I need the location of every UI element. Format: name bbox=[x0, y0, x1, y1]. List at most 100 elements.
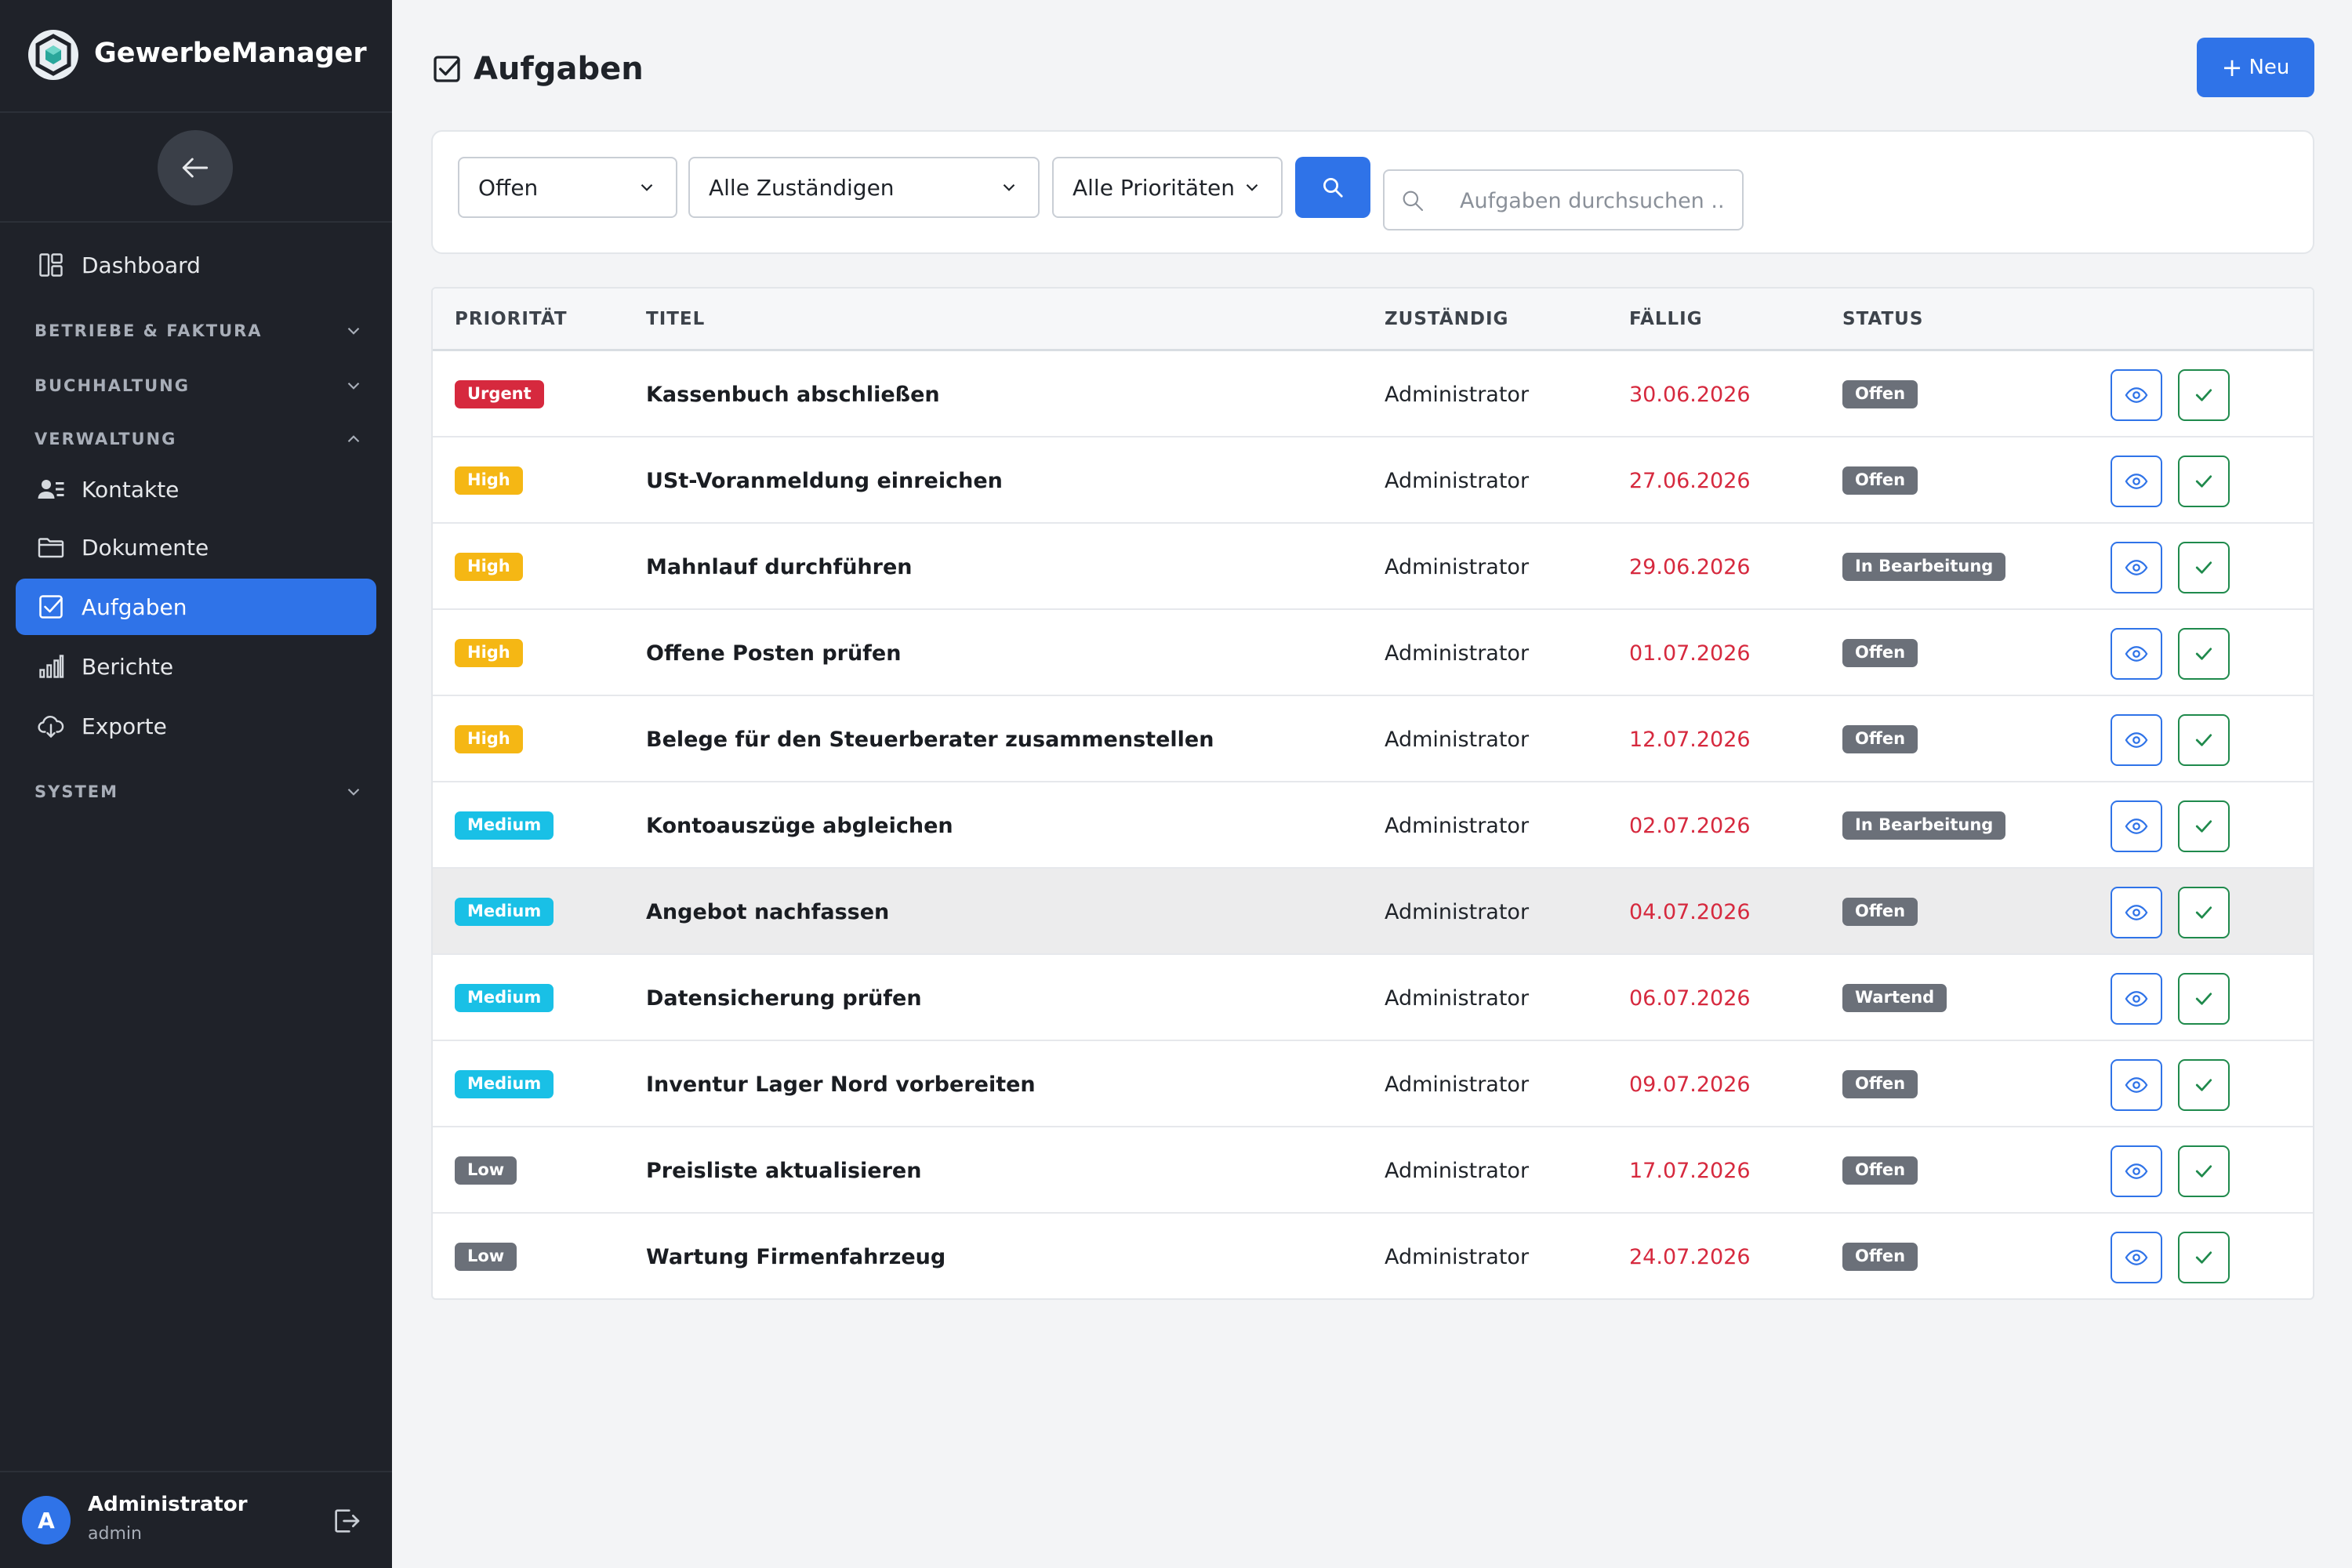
view-task-button[interactable] bbox=[2111, 542, 2162, 593]
table-row[interactable]: High Offene Posten prüfen Administrator 01.… bbox=[433, 610, 2313, 696]
task-title[interactable]: Datensicherung prüfen bbox=[646, 986, 922, 1011]
app-logo-icon[interactable] bbox=[28, 30, 78, 80]
task-title[interactable]: Wartung Firmenfahrzeug bbox=[646, 1245, 946, 1269]
priority-filter-select[interactable]: Alle Prioritäten bbox=[1052, 157, 1283, 218]
search-input[interactable] bbox=[1460, 182, 1726, 220]
view-task-button[interactable] bbox=[2111, 1059, 2162, 1111]
complete-task-button[interactable] bbox=[2178, 542, 2230, 593]
table-row[interactable]: Medium Inventur Lager Nord vorbereiten Adm… bbox=[433, 1041, 2313, 1127]
view-task-button[interactable] bbox=[2111, 800, 2162, 852]
complete-task-button[interactable] bbox=[2178, 1145, 2230, 1197]
task-title[interactable]: Kassenbuch abschließen bbox=[646, 383, 940, 407]
filter-bar: Offen Alle Zuständigen Alle Prioritäten bbox=[431, 130, 2314, 254]
complete-task-button[interactable] bbox=[2178, 714, 2230, 766]
sidebar-item-kontakte[interactable]: Kontakte bbox=[16, 461, 376, 517]
column-header-due[interactable]: FÄLLIG bbox=[1629, 309, 1703, 329]
assignee-cell: Administrator bbox=[1385, 524, 1529, 610]
sidebar-section-verwaltung[interactable]: VERWALTUNG bbox=[34, 423, 364, 455]
view-task-button[interactable] bbox=[2111, 973, 2162, 1025]
table-row[interactable]: Medium Kontoauszüge abgleichen Administrat… bbox=[433, 782, 2313, 869]
table-row[interactable]: Medium Angebot nachfassen Administrator 04.… bbox=[433, 869, 2313, 955]
column-header-title[interactable]: TITEL bbox=[646, 309, 705, 329]
view-task-button[interactable] bbox=[2111, 456, 2162, 507]
search-field[interactable] bbox=[1383, 169, 1744, 230]
task-title[interactable]: Mahnlauf durchführen bbox=[646, 555, 913, 579]
new-task-button[interactable]: + Neu bbox=[2197, 38, 2314, 97]
avatar[interactable]: A bbox=[22, 1496, 71, 1544]
assignee: Administrator bbox=[1385, 1072, 1530, 1097]
title-cell: Wartung Firmenfahrzeug bbox=[646, 1214, 946, 1298]
brand: GewerbeManager bbox=[0, 0, 392, 113]
check-icon bbox=[2192, 815, 2216, 838]
sidebar-item-exporte[interactable]: Exporte bbox=[16, 698, 376, 754]
eye-icon bbox=[2125, 642, 2148, 666]
due-cell: 12.07.2026 bbox=[1629, 696, 1751, 782]
complete-task-button[interactable] bbox=[2178, 369, 2230, 421]
sidebar-section-buchhaltung[interactable]: BUCHHALTUNG bbox=[34, 370, 364, 401]
user-profile: A Administrator admin bbox=[0, 1471, 392, 1568]
sidebar-section-betriebe-faktura[interactable]: BETRIEBE & FAKTURA bbox=[34, 315, 364, 347]
assignee: Administrator bbox=[1385, 813, 1530, 838]
sidebar-item-dashboard[interactable]: Dashboard bbox=[16, 237, 376, 293]
table-row[interactable]: High Mahnlauf durchführen Administrator 29.… bbox=[433, 524, 2313, 610]
task-title[interactable]: Belege für den Steuerberater zusammenste… bbox=[646, 728, 1214, 752]
priority-badge: Medium bbox=[455, 811, 554, 840]
table-row[interactable]: Low Preisliste aktualisieren Administrator… bbox=[433, 1127, 2313, 1214]
logout-icon[interactable] bbox=[331, 1505, 362, 1537]
table-header: PRIORITÄT TITEL ZUSTÄNDIG FÄLLIG STATUS bbox=[433, 289, 2313, 351]
column-header-assignee[interactable]: ZUSTÄNDIG bbox=[1385, 309, 1508, 329]
assignee-cell: Administrator bbox=[1385, 610, 1529, 696]
complete-task-button[interactable] bbox=[2178, 628, 2230, 680]
eye-icon bbox=[2125, 901, 2148, 924]
status-badge: In Bearbeitung bbox=[1842, 553, 2006, 581]
status-filter-select[interactable]: Offen bbox=[458, 157, 677, 218]
complete-task-button[interactable] bbox=[2178, 887, 2230, 938]
complete-task-button[interactable] bbox=[2178, 800, 2230, 852]
view-task-button[interactable] bbox=[2111, 1145, 2162, 1197]
assignee-cell: Administrator bbox=[1385, 869, 1529, 955]
assignee-cell: Administrator bbox=[1385, 1214, 1529, 1298]
assignee: Administrator bbox=[1385, 899, 1530, 924]
table-row[interactable]: Low Wartung Firmenfahrzeug Administrator 24… bbox=[433, 1214, 2313, 1298]
table-row[interactable]: High USt-Voranmeldung einreichen Administr… bbox=[433, 437, 2313, 524]
complete-task-button[interactable] bbox=[2178, 1232, 2230, 1283]
assignee: Administrator bbox=[1385, 382, 1530, 407]
complete-task-button[interactable] bbox=[2178, 456, 2230, 507]
sidebar-section-system[interactable]: SYSTEM bbox=[34, 776, 364, 808]
task-title[interactable]: Offene Posten prüfen bbox=[646, 641, 901, 666]
search-button[interactable] bbox=[1295, 157, 1370, 218]
title-cell: Kassenbuch abschließen bbox=[646, 351, 940, 437]
task-title[interactable]: Kontoauszüge abgleichen bbox=[646, 814, 953, 838]
sidebar-collapse-button[interactable] bbox=[158, 130, 233, 205]
column-header-status[interactable]: STATUS bbox=[1842, 309, 1923, 329]
table-row[interactable]: Urgent Kassenbuch abschließen Administrato… bbox=[433, 351, 2313, 437]
sidebar-item-berichte[interactable]: Berichte bbox=[16, 638, 376, 695]
title-cell: Inventur Lager Nord vorbereiten bbox=[646, 1041, 1036, 1127]
task-title[interactable]: Preisliste aktualisieren bbox=[646, 1159, 921, 1183]
priority-badge: Medium bbox=[455, 1070, 554, 1098]
task-title[interactable]: Inventur Lager Nord vorbereiten bbox=[646, 1073, 1036, 1097]
page-header: Aufgaben bbox=[431, 47, 644, 91]
assignee-cell: Administrator bbox=[1385, 782, 1529, 869]
sidebar-item-dokumente[interactable]: Dokumente bbox=[16, 519, 376, 575]
complete-task-button[interactable] bbox=[2178, 973, 2230, 1025]
check-icon bbox=[2192, 1160, 2216, 1183]
task-title[interactable]: USt-Voranmeldung einreichen bbox=[646, 469, 1003, 493]
task-title[interactable]: Angebot nachfassen bbox=[646, 900, 889, 924]
view-task-button[interactable] bbox=[2111, 628, 2162, 680]
view-task-button[interactable] bbox=[2111, 887, 2162, 938]
due-date: 12.07.2026 bbox=[1629, 727, 1751, 752]
complete-task-button[interactable] bbox=[2178, 1059, 2230, 1111]
priority-filter-value: Alle Prioritäten bbox=[1073, 174, 1236, 201]
view-task-button[interactable] bbox=[2111, 369, 2162, 421]
table-row[interactable]: Medium Datensicherung prüfen Administrator… bbox=[433, 955, 2313, 1041]
column-header-priority[interactable]: PRIORITÄT bbox=[455, 309, 568, 329]
view-task-button[interactable] bbox=[2111, 714, 2162, 766]
chevron-down-icon bbox=[1246, 183, 1258, 191]
check-icon bbox=[2192, 1246, 2216, 1269]
assignee-filter-select[interactable]: Alle Zuständigen bbox=[688, 157, 1040, 218]
assignee: Administrator bbox=[1385, 554, 1530, 579]
sidebar-item-aufgaben[interactable]: Aufgaben bbox=[16, 579, 376, 635]
table-row[interactable]: High Belege für den Steuerberater zusamme… bbox=[433, 696, 2313, 782]
view-task-button[interactable] bbox=[2111, 1232, 2162, 1283]
